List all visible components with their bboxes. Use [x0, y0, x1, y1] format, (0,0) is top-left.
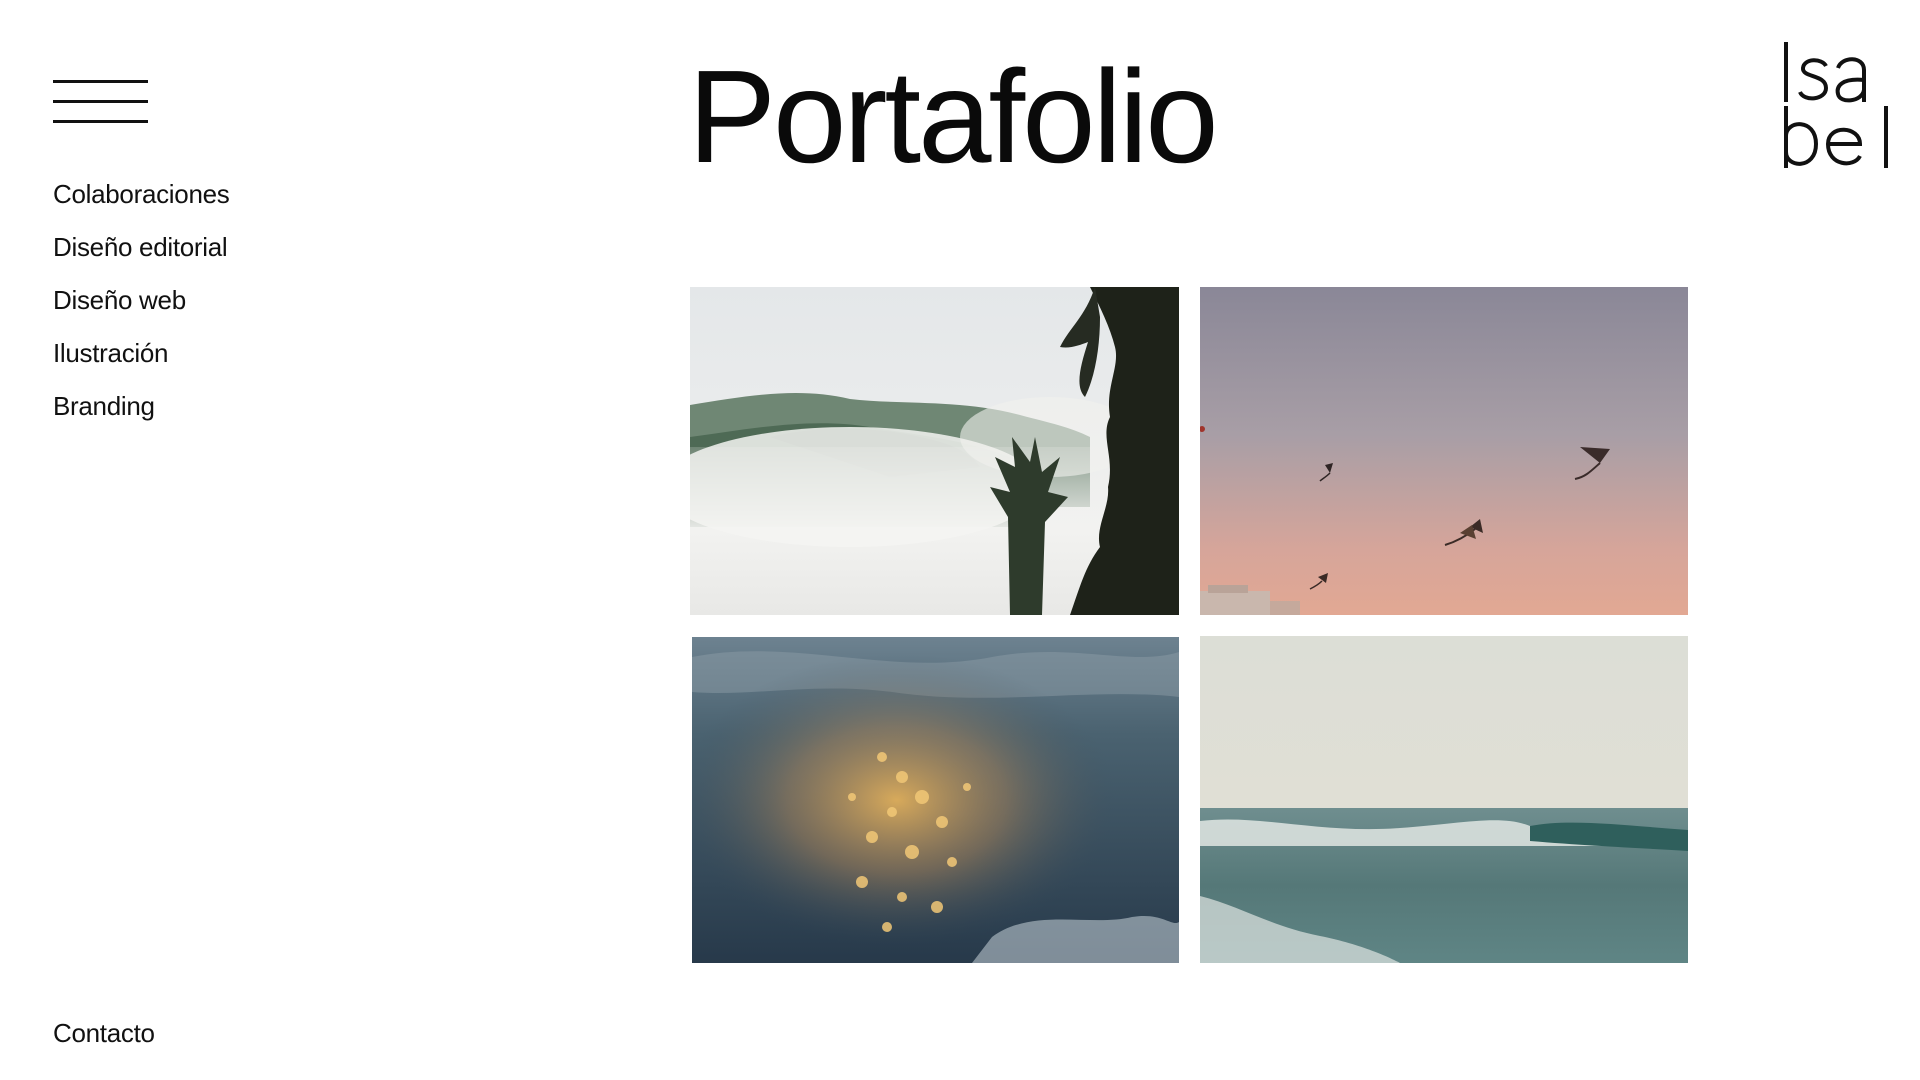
gallery-photo-water[interactable]: [692, 637, 1179, 963]
hamburger-line: [53, 120, 148, 123]
sidebar-nav: Colaboraciones Diseño editorial Diseño w…: [53, 175, 230, 440]
kites-photo-image: [1200, 287, 1688, 615]
gallery-photo-kites[interactable]: [1200, 287, 1688, 615]
sidebar-item-diseno-web[interactable]: Diseño web: [53, 281, 229, 334]
gallery-photo-forest[interactable]: [690, 287, 1179, 615]
ocean-photo-image: [1200, 636, 1688, 963]
sidebar-item-colaboraciones[interactable]: Colaboraciones: [53, 175, 230, 228]
sidebar-item-ilustracion[interactable]: Ilustración: [53, 334, 229, 387]
logo-mark: [1784, 42, 1888, 168]
gallery-photo-ocean[interactable]: [1200, 636, 1688, 963]
hamburger-line: [53, 80, 148, 83]
sidebar-item-branding[interactable]: Branding: [53, 387, 229, 440]
water-photo-image: [692, 637, 1179, 963]
page-title: Portafolio: [688, 43, 1219, 190]
hamburger-line: [53, 100, 148, 103]
logo[interactable]: [1782, 40, 1892, 170]
forest-photo-image: [690, 287, 1179, 615]
contact-link[interactable]: Contacto: [53, 1014, 155, 1052]
photo-gallery: [690, 287, 1688, 963]
hamburger-menu-icon[interactable]: [53, 80, 148, 126]
sidebar-item-diseno-editorial[interactable]: Diseño editorial: [53, 228, 229, 281]
portfolio-page: Colaboraciones Diseño editorial Diseño w…: [0, 0, 1920, 1080]
